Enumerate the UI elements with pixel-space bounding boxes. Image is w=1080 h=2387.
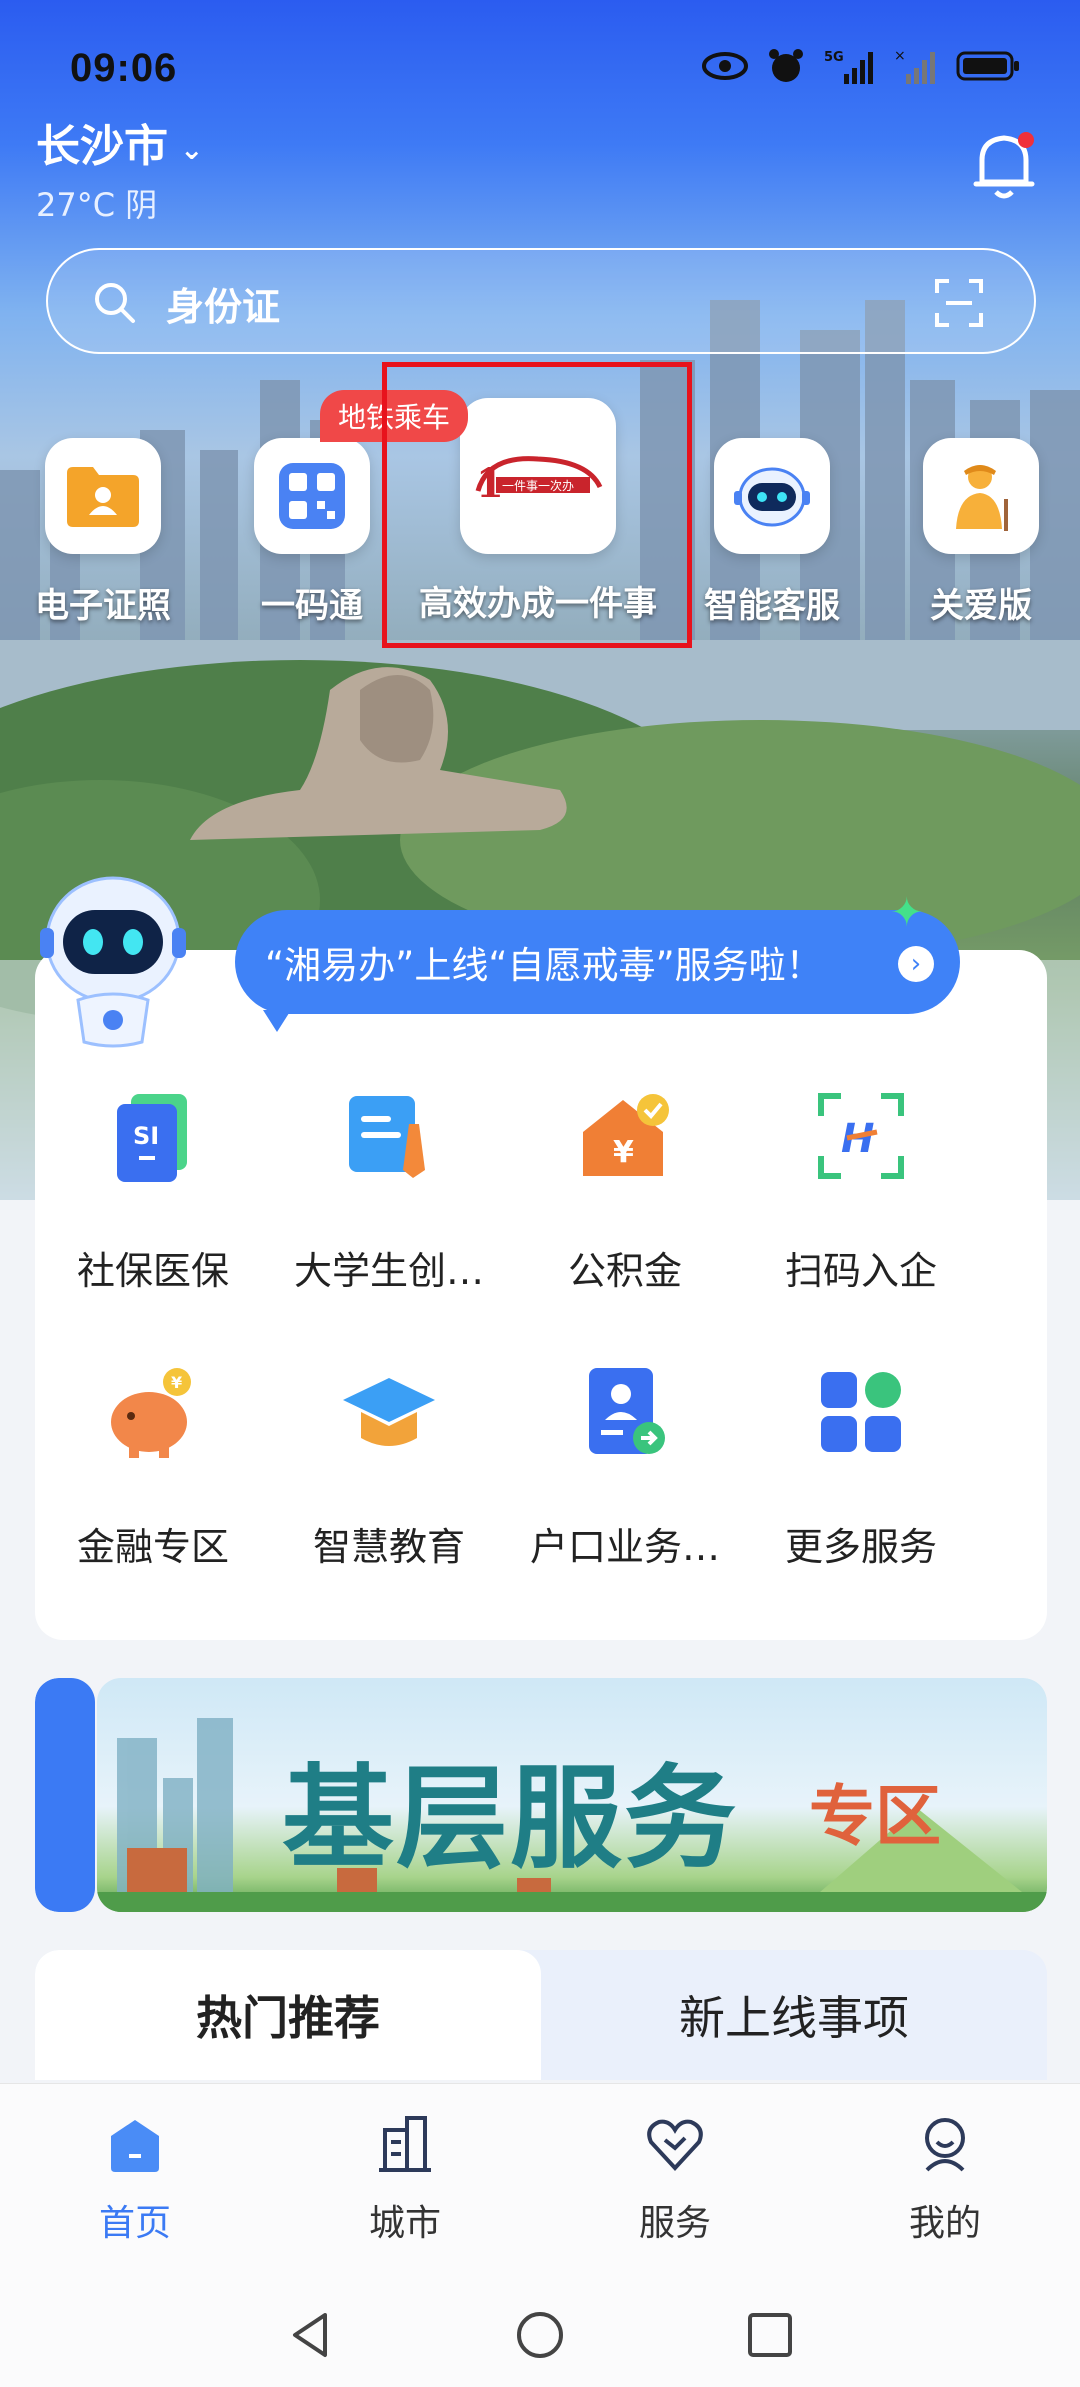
nav-services[interactable]: 服务 (575, 2112, 775, 2246)
nav-label: 服务 (638, 2203, 711, 2244)
svg-text:H: H (841, 1116, 874, 1162)
announcement-bubble[interactable]: “湘易办”上线“自愿戒毒”服务啦！ › (235, 910, 960, 1032)
nav-city[interactable]: 城市 (305, 2112, 505, 2246)
alarm-icon (766, 46, 806, 90)
student-startup-icon (339, 1086, 439, 1186)
robot-icon (714, 438, 830, 554)
tab-hot-recommend[interactable]: 热门推荐 (35, 1950, 541, 2080)
signal-5g-icon: 5G (824, 48, 876, 88)
quick-item-one-code[interactable]: 一码通 (242, 438, 382, 627)
elder-care-icon (923, 438, 1039, 554)
folder-id-icon (45, 438, 161, 554)
search-input[interactable]: 身份证 (166, 276, 280, 331)
service-item-household[interactable]: 户口业务… (507, 1362, 743, 1571)
quick-item-label: 电子证照 (35, 586, 171, 626)
quick-item-label: 关爱版 (930, 586, 1032, 626)
city-selector[interactable]: 长沙市 ⌄ (36, 110, 203, 174)
household-registration-icon (575, 1362, 675, 1462)
quick-item-label: 一码通 (261, 586, 363, 626)
sparkle-icon: ✦ (890, 890, 924, 936)
social-security-icon: SI (103, 1086, 203, 1186)
piggy-bank-icon: ¥ (103, 1362, 203, 1462)
notification-bell-icon[interactable] (968, 126, 1040, 202)
scan-enterprise-icon: H (811, 1086, 911, 1186)
search-bar[interactable]: 身份证 (46, 248, 1036, 354)
tab-new-items[interactable]: 新上线事项 (541, 1950, 1047, 2080)
service-item-housing-fund[interactable]: ¥ 公积金 (507, 1086, 743, 1295)
service-item-finance[interactable]: ¥ 金融专区 (35, 1362, 271, 1571)
system-navigation-bar (0, 2283, 1080, 2387)
svg-text:SI: SI (133, 1122, 159, 1150)
service-item-label: 大学生创… (293, 1249, 484, 1293)
battery-icon (956, 50, 1020, 86)
chevron-right-icon: › (898, 946, 934, 982)
banner-title: 基层服务 (282, 1754, 738, 1884)
service-item-label: 更多服务 (784, 1525, 937, 1569)
nav-label: 首页 (98, 2203, 171, 2244)
service-item-smart-education[interactable]: 智慧教育 (271, 1362, 507, 1571)
service-item-label: 金融专区 (76, 1525, 229, 1569)
nav-profile[interactable]: 我的 (845, 2112, 1045, 2246)
quick-item-smart-service[interactable]: 智能客服 (694, 438, 850, 627)
signal-sim2-icon: × (894, 48, 938, 88)
service-heart-icon (643, 2112, 707, 2176)
recents-icon[interactable] (744, 2309, 796, 2365)
service-item-label: 扫码入企 (784, 1249, 937, 1293)
service-item-more[interactable]: 更多服务 (743, 1362, 979, 1571)
service-item-label: 社保医保 (76, 1249, 229, 1293)
service-item-label: 户口业务… (529, 1525, 720, 1569)
svg-text:×: × (894, 48, 906, 64)
status-icons: 5G × (702, 46, 1020, 90)
banner-side-strip (35, 1678, 95, 1912)
service-item-student-startup[interactable]: 大学生创… (271, 1086, 507, 1295)
nav-label: 城市 (368, 2203, 441, 2244)
weather-info: 27°C 阴 (36, 186, 158, 224)
home-circle-icon[interactable] (514, 2309, 566, 2365)
service-item-label: 智慧教育 (312, 1525, 465, 1569)
more-grid-icon (811, 1362, 911, 1462)
service-item-social-security[interactable]: SI 社保医保 (35, 1086, 271, 1295)
search-icon (92, 280, 138, 326)
nav-home[interactable]: 首页 (35, 2112, 235, 2246)
banner-image: 基层服务 专区 (97, 1678, 1047, 1912)
svg-text:5G: 5G (824, 50, 844, 65)
back-icon[interactable] (285, 2309, 337, 2365)
home-icon (103, 2112, 167, 2176)
grassroots-service-banner[interactable]: 基层服务 专区 (35, 1678, 1047, 1912)
banner-subtitle: 专区 (809, 1778, 941, 1855)
eye-icon (702, 51, 748, 85)
city-name: 长沙市 (36, 121, 168, 172)
status-time: 09:06 (70, 46, 178, 90)
graduation-cap-icon (339, 1362, 439, 1462)
qr-code-icon (254, 438, 370, 554)
profile-icon (913, 2112, 977, 2176)
quick-item-electronic-license[interactable]: 电子证照 (30, 438, 176, 627)
housing-fund-icon: ¥ (575, 1086, 675, 1186)
quick-item-label: 智能客服 (704, 586, 840, 626)
announcement-text: “湘易办”上线“自愿戒毒”服务啦！ (265, 944, 823, 987)
service-item-scan-enterprise[interactable]: H 扫码入企 (743, 1086, 979, 1295)
service-item-label: 公积金 (567, 1249, 682, 1293)
scan-icon[interactable] (934, 278, 984, 328)
nav-label: 我的 (908, 2203, 981, 2244)
quick-item-care-mode[interactable]: 关爱版 (906, 438, 1056, 627)
recommend-tabs: 热门推荐 新上线事项 (35, 1950, 1047, 2080)
bubble-tail (263, 1010, 291, 1032)
svg-text:¥: ¥ (171, 1373, 182, 1392)
chevron-down-icon: ⌄ (180, 132, 204, 166)
city-building-icon (373, 2112, 437, 2176)
svg-text:¥: ¥ (613, 1135, 634, 1170)
highlight-box (382, 362, 692, 648)
assistant-robot-icon[interactable] (38, 870, 188, 1050)
bottom-navigation: 首页 城市 服务 我的 (0, 2083, 1080, 2283)
